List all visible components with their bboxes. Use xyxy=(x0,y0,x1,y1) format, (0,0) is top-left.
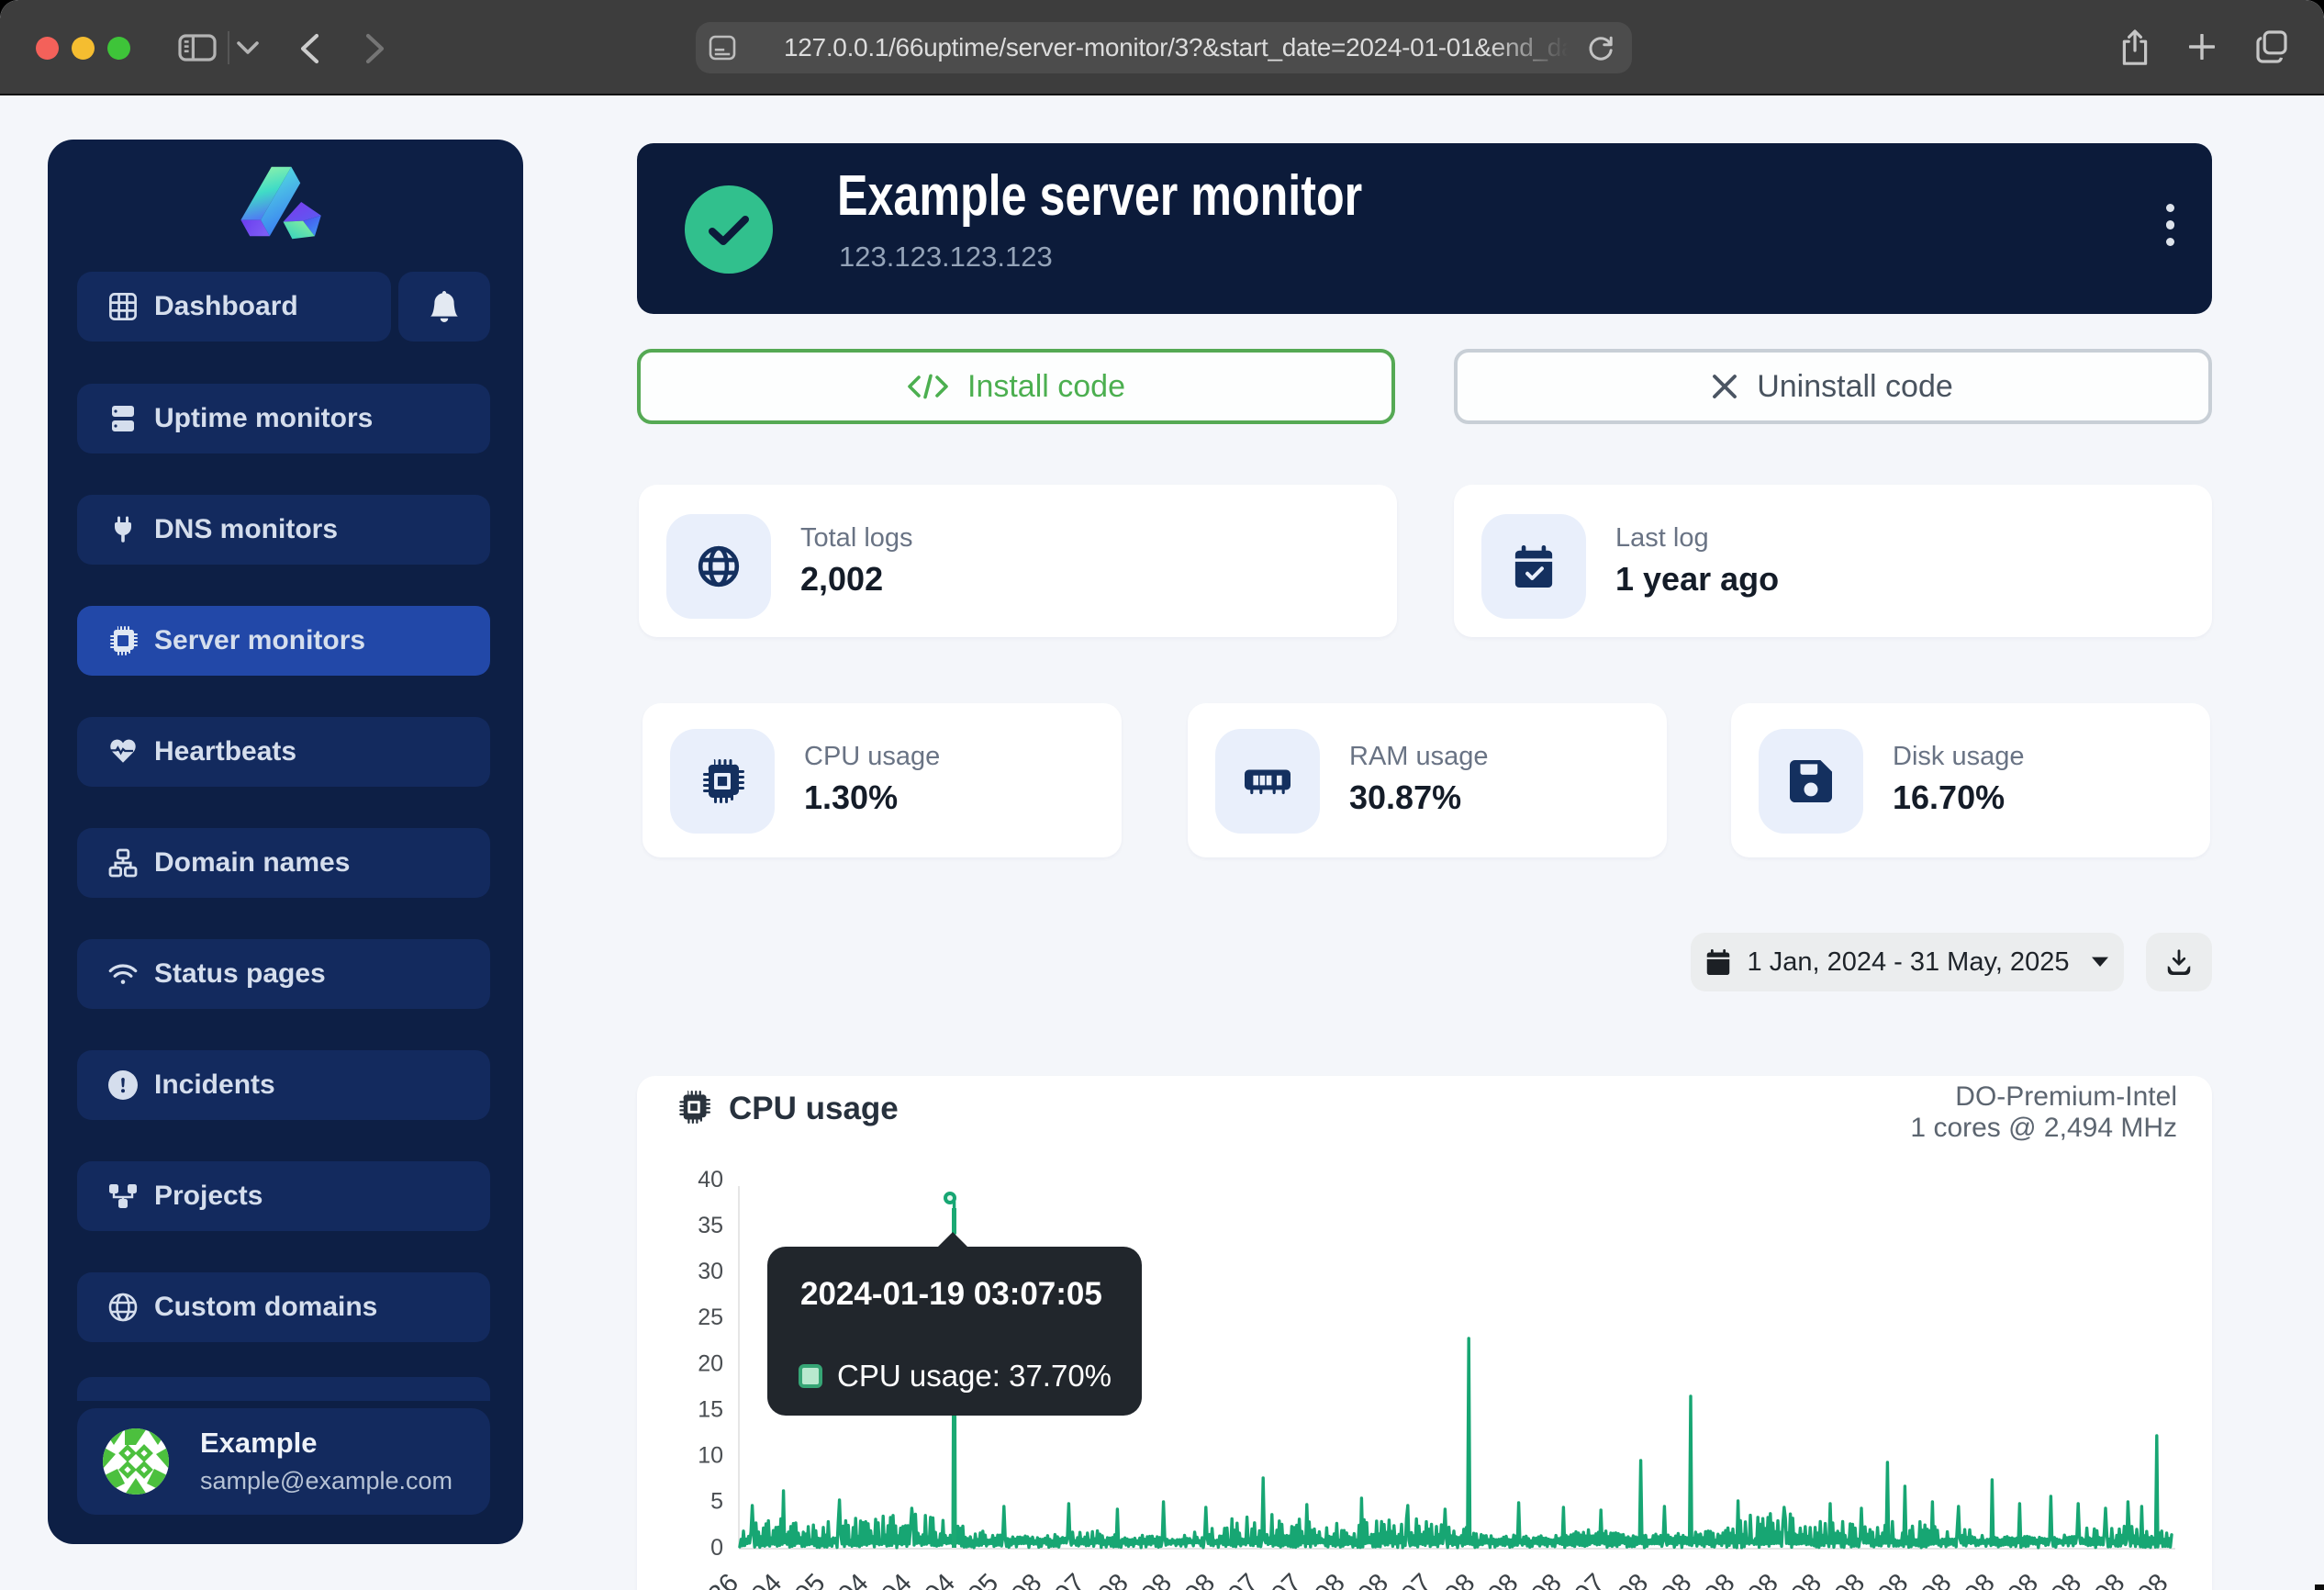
svg-text:15: 15 xyxy=(698,1396,723,1422)
svg-text:35: 35 xyxy=(698,1213,723,1238)
svg-text:08: 08 xyxy=(1482,1568,1524,1590)
svg-text:08: 08 xyxy=(1309,1568,1350,1590)
svg-text:07: 07 xyxy=(1266,1568,1307,1590)
svg-text:5: 5 xyxy=(710,1489,723,1515)
svg-text:08: 08 xyxy=(2132,1568,2173,1590)
svg-text:04: 04 xyxy=(746,1568,788,1590)
svg-text:07: 07 xyxy=(1223,1568,1264,1590)
svg-text:0: 0 xyxy=(710,1535,723,1561)
svg-text:30: 30 xyxy=(698,1259,723,1284)
svg-text:08: 08 xyxy=(1916,1568,1957,1590)
svg-text:08: 08 xyxy=(1786,1568,1827,1590)
svg-text:08: 08 xyxy=(2046,1568,2087,1590)
svg-text:26: 26 xyxy=(703,1568,744,1590)
svg-text:08: 08 xyxy=(2089,1568,2130,1590)
svg-text:25: 25 xyxy=(698,1304,723,1330)
svg-text:04: 04 xyxy=(920,1568,961,1590)
svg-text:20: 20 xyxy=(698,1350,723,1376)
svg-text:08: 08 xyxy=(1699,1568,1740,1590)
svg-text:08: 08 xyxy=(1613,1568,1654,1590)
svg-text:08: 08 xyxy=(1439,1568,1480,1590)
svg-text:08: 08 xyxy=(1872,1568,1914,1590)
svg-text:08: 08 xyxy=(1656,1568,1697,1590)
svg-text:08: 08 xyxy=(1136,1568,1178,1590)
svg-text:08: 08 xyxy=(1959,1568,2000,1590)
svg-text:08: 08 xyxy=(2003,1568,2044,1590)
svg-text:07: 07 xyxy=(1049,1568,1090,1590)
svg-text:04: 04 xyxy=(832,1568,874,1590)
svg-text:04: 04 xyxy=(876,1568,917,1590)
svg-text:08: 08 xyxy=(1092,1568,1134,1590)
svg-text:05: 05 xyxy=(789,1568,831,1590)
svg-text:08: 08 xyxy=(1829,1568,1871,1590)
svg-text:08: 08 xyxy=(1742,1568,1783,1590)
svg-text:07: 07 xyxy=(1396,1568,1437,1590)
svg-text:08: 08 xyxy=(1353,1568,1394,1590)
svg-text:08: 08 xyxy=(1179,1568,1221,1590)
svg-text:10: 10 xyxy=(698,1443,723,1469)
svg-text:07: 07 xyxy=(1570,1568,1611,1590)
svg-text:08: 08 xyxy=(1525,1568,1567,1590)
svg-text:40: 40 xyxy=(698,1167,723,1192)
svg-text:05: 05 xyxy=(963,1568,1004,1590)
svg-text:08: 08 xyxy=(1006,1568,1047,1590)
